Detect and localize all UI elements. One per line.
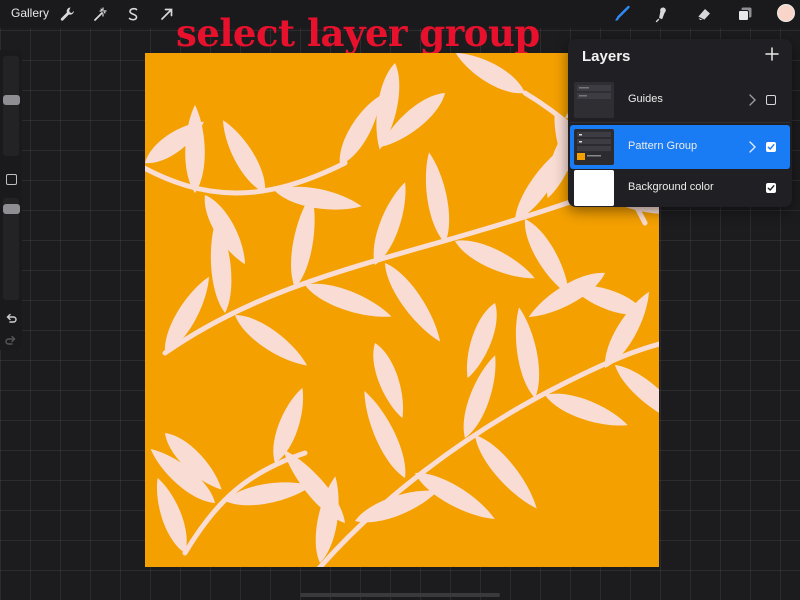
- undo-icon[interactable]: [4, 311, 18, 325]
- chevron-right-icon[interactable]: [747, 93, 757, 107]
- chevron-right-icon[interactable]: [747, 140, 757, 154]
- layer-thumbnail: [574, 129, 614, 165]
- layer-row-background-color[interactable]: Background color: [570, 166, 790, 210]
- color-picker-swatch[interactable]: [777, 4, 795, 22]
- row-divider: [570, 122, 790, 123]
- checkmark-icon: [767, 185, 775, 192]
- layer-visibility-checkbox[interactable]: [766, 95, 776, 105]
- layer-name: Background color: [628, 181, 714, 193]
- brush-icon[interactable]: [613, 5, 631, 23]
- modify-button[interactable]: [6, 174, 17, 185]
- layer-thumbnail: [574, 82, 614, 118]
- home-indicator: [300, 593, 500, 597]
- layer-visibility-checkbox[interactable]: [766, 183, 776, 193]
- wrench-icon[interactable]: [58, 5, 76, 23]
- layers-panel: Layers Guides Pattern Group Background c…: [568, 39, 792, 207]
- brush-size-slider-thumb[interactable]: [3, 95, 20, 105]
- checkmark-icon: [767, 144, 775, 151]
- layer-name: Pattern Group: [628, 140, 698, 152]
- layer-row-guides[interactable]: Guides: [570, 78, 790, 122]
- layers-icon[interactable]: [736, 5, 754, 23]
- eraser-icon[interactable]: [695, 5, 713, 23]
- selection-icon[interactable]: [124, 5, 142, 23]
- plus-icon[interactable]: [764, 46, 780, 62]
- magic-wand-icon[interactable]: [91, 5, 109, 23]
- layer-thumbnail: [574, 170, 614, 206]
- annotation-headline: select layer group: [176, 11, 540, 55]
- layers-panel-title: Layers: [582, 48, 631, 65]
- opacity-slider-thumb[interactable]: [3, 204, 20, 214]
- smudge-icon[interactable]: [652, 5, 670, 23]
- layer-name: Guides: [628, 93, 663, 105]
- brush-size-slider[interactable]: [3, 56, 19, 156]
- redo-icon[interactable]: [4, 333, 18, 347]
- arrow-cursor-icon[interactable]: [158, 5, 176, 23]
- left-sidebar: [0, 50, 22, 350]
- layer-visibility-checkbox[interactable]: [766, 142, 776, 152]
- layer-row-pattern-group[interactable]: Pattern Group: [570, 125, 790, 169]
- gallery-button[interactable]: Gallery: [11, 6, 49, 20]
